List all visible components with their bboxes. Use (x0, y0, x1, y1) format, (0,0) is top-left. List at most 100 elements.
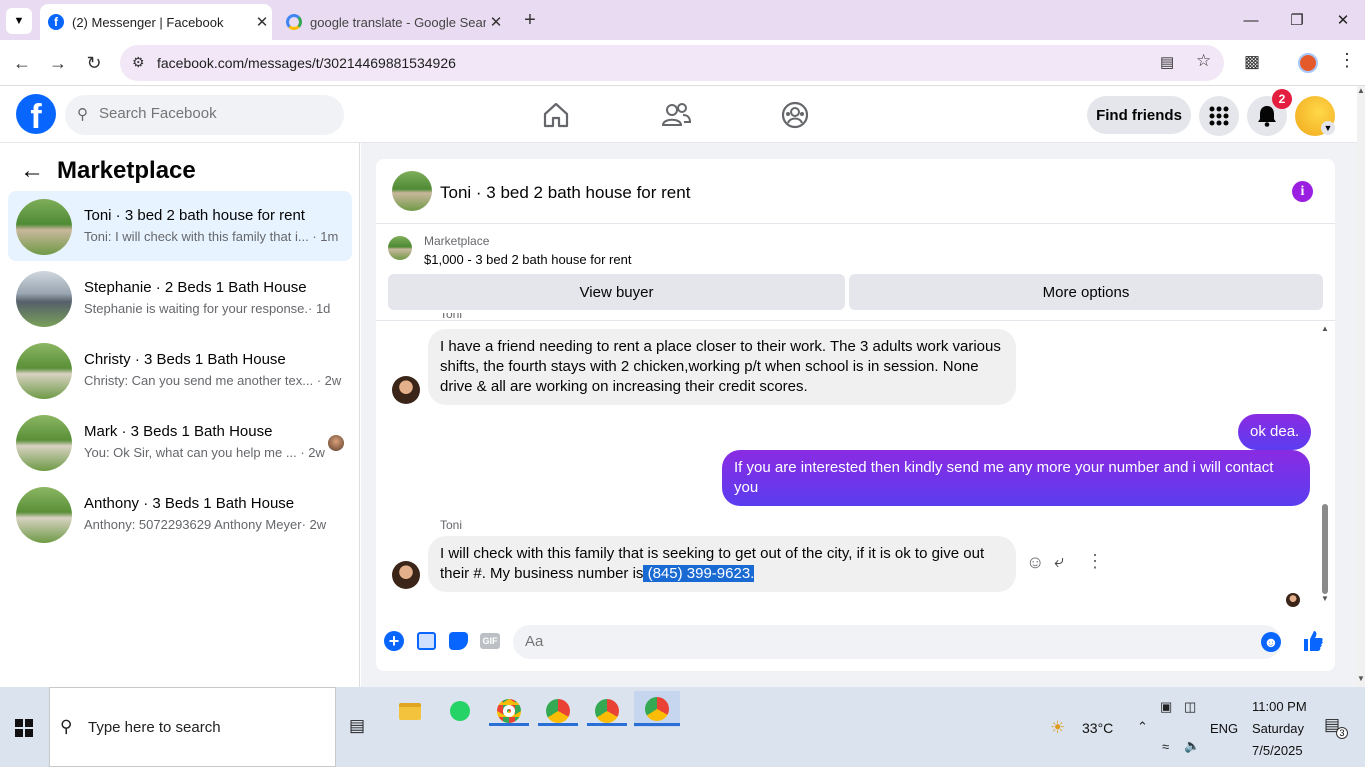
message-input[interactable] (525, 633, 1225, 650)
marketplace-conversations-panel: ← Marketplace Toni · 3 bed 2 bath house … (0, 143, 360, 687)
address-bar-row: ← → ↻ ⚙ facebook.com/messages/t/30214469… (0, 40, 1365, 86)
chat-title[interactable]: Toni · 3 bed 2 bath house for rent (440, 183, 690, 203)
browser-menu-icon[interactable]: ⋮ (1338, 50, 1356, 71)
conversation-item[interactable]: Christy · 3 Beds 1 Bath House Christy: C… (8, 335, 352, 405)
close-tab-icon[interactable]: ✕ (486, 13, 506, 31)
profile-avatar[interactable] (1298, 53, 1318, 73)
weather-temperature[interactable]: 33°C (1082, 720, 1113, 736)
taskbar-search-placeholder: Type here to search (88, 719, 221, 736)
like-thumb-icon[interactable] (1302, 630, 1324, 652)
conversation-item[interactable]: Mark · 3 Beds 1 Bath House You: Ok Sir, … (8, 407, 352, 477)
view-buyer-button[interactable]: View buyer (388, 274, 845, 310)
file-explorer-icon[interactable] (390, 695, 430, 727)
sender-name-label: Toni (440, 313, 463, 321)
clock-day[interactable]: Saturday (1252, 721, 1304, 736)
facebook-header: f ⚲ Find friends ▼ (0, 86, 1357, 143)
windows-taskbar: ⚲ Type here to search ▤ ☀ 33°C ⌃ ▣ ◫ ≈ 🔈… (0, 687, 1365, 767)
chrome-profile-4-icon[interactable] (634, 691, 680, 727)
chat-thumbnail[interactable] (392, 171, 432, 211)
sender-avatar[interactable] (392, 376, 420, 404)
url-omnibox[interactable]: ⚙ facebook.com/messages/t/30214469881534… (120, 45, 1224, 81)
google-favicon-icon (286, 14, 302, 30)
page-scrollbar[interactable]: ▲ ▼ (1357, 86, 1365, 687)
minimize-button[interactable]: — (1236, 8, 1266, 32)
windows-start-icon[interactable] (15, 719, 33, 737)
weather-icon[interactable]: ☀ (1050, 718, 1065, 738)
taskbar-search[interactable]: ⚲ Type here to search (49, 687, 336, 767)
more-options-button[interactable]: More options (849, 274, 1323, 310)
back-button[interactable]: ← (7, 48, 37, 78)
more-actions-icon[interactable]: ⋮ (1086, 551, 1104, 572)
listing-thumbnail (388, 236, 412, 260)
chat-scrollbar[interactable]: ▲ ▼ (1319, 324, 1331, 604)
chat-header: Toni · 3 bed 2 bath house for rent i (376, 159, 1335, 224)
listing-thumbnail (16, 343, 72, 399)
whatsapp-icon[interactable] (440, 695, 480, 727)
menu-grid-button[interactable] (1199, 96, 1239, 136)
listing-thumbnail (16, 415, 72, 471)
emoji-icon[interactable]: ☻ (1261, 632, 1281, 652)
message-bubble[interactable]: I have a friend needing to rent a place … (428, 329, 1016, 405)
read-receipt-avatar (1286, 593, 1300, 607)
show-hidden-icons-icon[interactable]: ⌃ (1137, 719, 1148, 735)
message-bubble[interactable]: ok dea. (1238, 414, 1312, 450)
clock-date[interactable]: 7/5/2025 (1252, 743, 1303, 758)
wifi-icon[interactable]: ≈ (1162, 739, 1169, 754)
conversation-name: Christy · 3 Beds 1 Bath House (84, 351, 286, 368)
task-view-icon[interactable]: ▤ (349, 716, 365, 736)
conversation-preview: Christy: Can you send me another tex... … (84, 373, 342, 388)
message-composer[interactable]: ☻ (513, 625, 1281, 659)
reply-icon[interactable]: ⤶ (1054, 551, 1064, 572)
react-emoji-icon[interactable]: ☺ (1026, 552, 1044, 573)
install-app-icon[interactable]: ▤ (1160, 53, 1174, 71)
photo-icon[interactable] (417, 632, 436, 650)
facebook-search[interactable]: ⚲ (65, 95, 344, 135)
gif-icon[interactable]: GIF (480, 633, 500, 649)
facebook-logo[interactable]: f (16, 94, 56, 134)
reload-button[interactable]: ↻ (79, 48, 109, 78)
url-text: facebook.com/messages/t/3021446988153492… (157, 55, 456, 71)
conversation-item[interactable]: Stephanie · 2 Beds 1 Bath House Stephani… (8, 263, 352, 333)
volume-icon[interactable]: 🔈 (1184, 738, 1200, 754)
chevron-down-icon: ▼ (13, 15, 25, 27)
chat-window: Toni · 3 bed 2 bath house for rent i Mar… (376, 159, 1335, 671)
home-icon[interactable] (541, 100, 571, 130)
close-window-button[interactable]: ✕ (1328, 8, 1358, 32)
forward-button[interactable]: → (43, 48, 73, 78)
friends-icon[interactable] (661, 100, 691, 130)
seen-avatar (328, 435, 344, 451)
sticker-icon[interactable] (449, 632, 468, 650)
search-input[interactable] (99, 105, 329, 122)
tab-google-search[interactable]: google translate - Google Search ✕ (280, 4, 506, 40)
meet-now-icon[interactable]: ▣ (1160, 699, 1172, 715)
restore-button[interactable]: ❐ (1282, 8, 1312, 32)
extensions-icon[interactable]: ▩ (1244, 52, 1260, 72)
sender-avatar[interactable] (392, 561, 420, 589)
grid-icon (1209, 106, 1229, 126)
message-bubble[interactable]: I will check with this family that is se… (428, 536, 1016, 592)
new-tab-button[interactable]: + (518, 8, 542, 32)
clock-time[interactable]: 11:00 PM (1252, 699, 1307, 714)
battery-icon[interactable]: ◫ (1184, 699, 1196, 715)
input-language[interactable]: ENG (1210, 721, 1238, 736)
groups-icon[interactable] (780, 100, 810, 130)
add-more-icon[interactable]: + (384, 631, 404, 651)
tab-search-dropdown[interactable]: ▼ (6, 8, 32, 34)
facebook-favicon-icon: f (48, 14, 64, 30)
sender-name-label: Toni (440, 518, 463, 532)
search-icon: ⚲ (60, 717, 73, 736)
info-icon[interactable]: i (1292, 181, 1313, 202)
bookmark-star-icon[interactable]: ☆ (1196, 51, 1211, 71)
find-friends-button[interactable]: Find friends (1087, 96, 1191, 134)
account-chevron-icon[interactable]: ▼ (1321, 121, 1335, 135)
conversation-name: Anthony · 3 Beds 1 Bath House (84, 495, 295, 512)
message-bubble[interactable]: If you are interested then kindly send m… (722, 450, 1310, 506)
close-tab-icon[interactable]: ✕ (252, 13, 272, 31)
conversation-item[interactable]: Anthony · 3 Beds 1 Bath House Anthony: 5… (8, 479, 352, 549)
tab-messenger[interactable]: f (2) Messenger | Facebook ✕ (40, 4, 272, 40)
back-arrow-icon[interactable]: ← (20, 157, 44, 185)
site-settings-icon[interactable]: ⚙ (132, 54, 145, 71)
listing-title[interactable]: $1,000 - 3 bed 2 bath house for rent (424, 252, 631, 267)
conversation-item[interactable]: Toni · 3 bed 2 bath house for rent Toni:… (8, 191, 352, 261)
listing-thumbnail (16, 487, 72, 543)
